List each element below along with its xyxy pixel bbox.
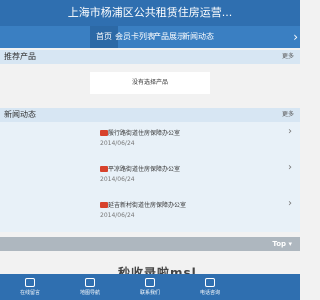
chevron-right-icon: › [288, 198, 292, 209]
more-link[interactable]: 更多 [282, 50, 294, 64]
map-icon [85, 278, 95, 287]
bottom-bar: 在线留言 地图导航 联系我们 电话咨询 [0, 274, 300, 300]
tab-map[interactable]: 地图导航 [60, 274, 120, 300]
news-title: 殷行路街道住房保障办公室 [108, 130, 181, 137]
contact-icon [145, 278, 155, 287]
news-title: 平凉路街道住房保障办公室 [108, 166, 181, 173]
flag-icon [100, 130, 108, 136]
news-date: 2014/06/24 [100, 176, 135, 183]
list-item[interactable]: 平凉路街道住房保障办公室 2014/06/24 › [0, 158, 300, 198]
section-title: 新闻动态 [4, 110, 36, 119]
back-to-top-button[interactable]: Top ▾ [272, 237, 292, 251]
chevron-right-icon[interactable]: › [293, 26, 298, 48]
news-date: 2014/06/24 [100, 140, 135, 147]
news-list: 殷行路街道住房保障办公室 2014/06/24 › 平凉路街道住房保障办公室 2… [0, 122, 300, 232]
top-nav: 首页 会员卡列表 产品展示 新闻动态 › [0, 26, 300, 48]
list-item[interactable]: 延吉新村街道住房保障办公室 2014/06/24 › [0, 194, 300, 234]
empty-products: 没有选择产品 [90, 72, 210, 94]
news-date: 2014/06/24 [100, 212, 135, 219]
message-icon [25, 278, 35, 287]
flag-icon [100, 166, 108, 172]
more-link[interactable]: 更多 [282, 108, 294, 122]
nav-home[interactable]: 首页 [90, 26, 118, 48]
tab-message[interactable]: 在线留言 [0, 274, 60, 300]
recommended-header: 推荐产品 更多 [0, 50, 300, 64]
chevron-right-icon: › [288, 162, 292, 173]
footer-band: Top ▾ [0, 237, 300, 251]
nav-news[interactable]: 新闻动态 [182, 26, 214, 48]
tab-phone[interactable]: 电话咨询 [180, 274, 240, 300]
section-title: 推荐产品 [4, 52, 36, 61]
news-title: 延吉新村街道住房保障办公室 [108, 202, 187, 209]
phone-icon [205, 278, 215, 287]
chevron-right-icon: › [288, 126, 292, 137]
flag-icon [100, 202, 108, 208]
tab-contact[interactable]: 联系我们 [120, 274, 180, 300]
list-item[interactable]: 殷行路街道住房保障办公室 2014/06/24 › [0, 122, 300, 162]
news-header: 新闻动态 更多 [0, 108, 300, 122]
nav-member-cards[interactable]: 会员卡列表 [115, 26, 155, 48]
page-title: 上海市杨浦区公共租赁住房运营... [0, 0, 300, 26]
nav-products[interactable]: 产品展示 [153, 26, 185, 48]
